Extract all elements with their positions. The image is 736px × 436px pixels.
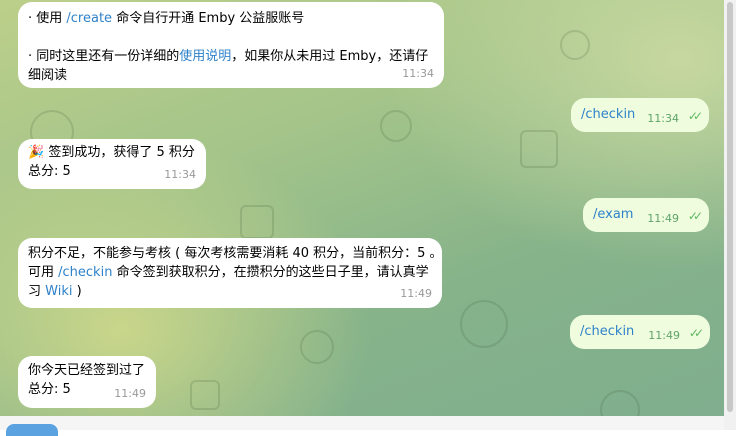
doodle-circle [380,110,412,142]
doodle-gift [240,205,274,239]
command-link-create[interactable]: /create [66,11,112,26]
message-time: 11:49 [114,387,146,400]
message-text: · 使用 [28,11,67,26]
message-line: 你今天已经签到过了 [28,361,146,380]
message-line: 习 Wiki ) [28,282,432,301]
incoming-message[interactable]: 你今天已经签到过了 总分: 5 11:49 [18,356,156,408]
message-time: 11:49 [400,287,432,300]
message-line: · 使用 /create 命令自行开通 Emby 公益服账号 [28,9,434,28]
message-line: · 同时这里还有一份详细的使用说明，如果你从未用过 Emby，还请仔 [28,47,434,66]
message-text: 签到成功，获得了 5 积分 [48,145,195,160]
command-link-checkin[interactable]: /checkin [581,105,635,124]
message-line: 积分不足，不能参与考核 ( 每次考核需要消耗 40 积分，当前积分：5 。 [28,244,443,263]
message-line: 细阅读 [28,66,434,85]
double-check-icon: ✓✓ [687,209,703,223]
message-time: 11:34 [647,112,679,125]
double-check-icon: ✓✓ [687,109,703,123]
doodle-square [520,130,558,168]
message-text: 习 [28,284,46,299]
outgoing-message[interactable]: /checkin 11:34 ✓✓ [571,98,709,132]
message-line: 🎉 签到成功，获得了 5 积分 [28,143,196,162]
doodle-circle [560,30,590,60]
command-link-exam[interactable]: /exam [593,205,633,224]
message-text: 总分: 5 [28,164,71,179]
doodle-circle [300,330,334,364]
wiki-link[interactable]: Wiki [45,284,72,299]
outgoing-message[interactable]: /checkin 11:49 ✓✓ [570,315,710,349]
incoming-message[interactable]: 积分不足，不能参与考核 ( 每次考核需要消耗 40 积分，当前积分：5 。 可用… [18,238,443,308]
message-text: 总分: 5 [28,382,71,397]
message-time: 11:49 [648,329,680,342]
command-link-checkin[interactable]: /checkin [580,322,634,341]
incoming-message[interactable]: 🎉 签到成功，获得了 5 积分 总分: 5 11:34 [18,139,206,189]
message-text: · 同时这里还有一份详细的 [28,49,180,64]
message-text: ，如果你从未用过 Emby，还请仔 [231,49,429,64]
doodle-square [190,380,220,410]
message-time: 11:49 [647,212,679,225]
message-text: ) [72,284,82,299]
scroll-down-button[interactable] [6,424,58,436]
message-text: 命令签到获取积分，在攒积分的这些日子里，请认真学 [112,265,429,280]
message-time: 11:34 [402,67,434,80]
scrollbar-thumb[interactable] [727,2,733,412]
message-line: 可用 /checkin 命令签到获取积分，在攒积分的这些日子里，请认真学 [28,263,432,282]
composer-area[interactable] [0,416,724,430]
message-text: 可用 [28,265,59,280]
party-popper-icon: 🎉 [28,145,45,160]
command-link-checkin[interactable]: /checkin [58,265,112,280]
message-text: 你今天已经签到过了 [28,363,146,378]
double-check-icon: ✓✓ [688,326,704,340]
incoming-message[interactable]: · 使用 /create 命令自行开通 Emby 公益服账号 · 同时这里还有一… [18,2,444,88]
usage-guide-link[interactable]: 使用说明 [179,49,231,64]
message-time: 11:34 [164,168,196,181]
outgoing-message[interactable]: /exam 11:49 ✓✓ [583,198,709,232]
doodle-circle [460,300,508,348]
message-text: 积分不足，不能参与考核 ( 每次考核需要消耗 40 积分，当前积分：5 。 [28,246,443,261]
message-text: 细阅读 [28,68,68,83]
message-text: 命令自行开通 Emby 公益服账号 [112,11,305,26]
